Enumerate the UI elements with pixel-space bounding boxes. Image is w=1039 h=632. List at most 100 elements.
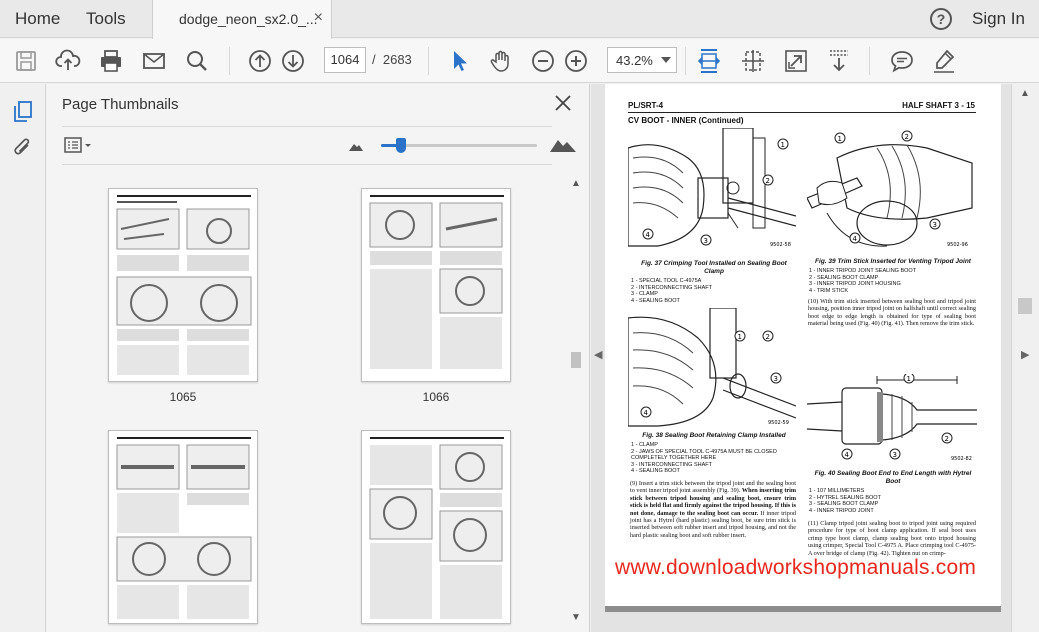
page-thumbnail[interactable] bbox=[108, 188, 258, 382]
paragraph-11: (11) Clamp tripod joint sealing boot to … bbox=[808, 520, 976, 557]
page-header-right: HALF SHAFT 3 - 15 bbox=[902, 101, 975, 110]
document-scrollbar[interactable]: ▲ ▶ bbox=[1011, 84, 1039, 632]
watermark-text: www.downloadworkshopmanuals.com bbox=[615, 556, 977, 579]
figure-code: 9502-96 bbox=[947, 242, 968, 248]
upload-icon[interactable] bbox=[55, 48, 81, 74]
page-thumbnail[interactable] bbox=[361, 430, 511, 624]
email-icon[interactable] bbox=[141, 48, 167, 74]
figure-40-caption: Fig. 40 Sealing Boot End to End Length w… bbox=[814, 470, 972, 485]
figure-37-legend: 1 - SPECIAL TOOL C-4975A 2 - INTERCONNEC… bbox=[631, 278, 797, 304]
panel-divider bbox=[62, 164, 552, 165]
scrollbar-handle[interactable] bbox=[571, 352, 581, 368]
page-number-input[interactable]: 1064 bbox=[324, 47, 366, 73]
help-icon[interactable]: ? bbox=[930, 8, 952, 30]
legend-item: 2 - INTERCONNECTING SHAFT bbox=[631, 284, 712, 291]
thumbnail-size-slider[interactable] bbox=[381, 138, 537, 153]
fit-width-icon[interactable] bbox=[696, 48, 722, 74]
page-up-icon[interactable] bbox=[247, 48, 273, 74]
page-gap bbox=[605, 606, 1001, 612]
legend-item: 2 - HYTREL SEALING BOOT bbox=[809, 494, 881, 501]
pdf-viewer-window: Home Tools dodge_neon_sx2.0_... × ? Sign… bbox=[0, 0, 1039, 632]
tools-menu[interactable]: Tools bbox=[86, 9, 126, 29]
zoom-out-icon[interactable] bbox=[530, 48, 556, 74]
figure-39-illustration: 1 2 3 4 9502-96 bbox=[807, 128, 977, 252]
legend-item: 1 - SPECIAL TOOL C-4975A bbox=[631, 278, 702, 284]
paragraph-10: (10) With trim stick inserted between se… bbox=[808, 298, 976, 328]
zoom-level-value: 43.2% bbox=[616, 53, 653, 68]
zoom-in-icon[interactable] bbox=[563, 48, 589, 74]
menu-bar: Home Tools dodge_neon_sx2.0_... × ? Sign… bbox=[0, 0, 1039, 39]
hand-tool-icon[interactable] bbox=[488, 48, 514, 74]
thumbnail-large-icon[interactable] bbox=[550, 136, 576, 152]
thumbnail-preview bbox=[116, 195, 252, 375]
tab-close-icon[interactable]: × bbox=[314, 9, 323, 27]
figure-40-legend: 1 - 107 MILLIMETERS 2 - HYTREL SEALING B… bbox=[809, 488, 977, 514]
svg-text:1: 1 bbox=[738, 333, 742, 341]
panel-divider bbox=[62, 126, 552, 127]
figure-37-illustration: 1 2 3 4 9502-58 bbox=[628, 128, 796, 252]
svg-text:3: 3 bbox=[933, 221, 937, 229]
zoom-level-select[interactable]: 43.2% bbox=[607, 47, 677, 73]
scroll-mode-icon[interactable] bbox=[826, 48, 852, 74]
page-separator: / bbox=[372, 52, 376, 67]
thumbnails-scrollbar[interactable]: ▲ ▼ bbox=[569, 176, 583, 626]
slider-handle[interactable] bbox=[396, 138, 406, 153]
select-cursor-icon[interactable] bbox=[446, 48, 472, 74]
toolbar-separator bbox=[685, 47, 686, 75]
document-tab-label: dodge_neon_sx2.0_... bbox=[179, 11, 318, 27]
highlight-icon[interactable] bbox=[931, 48, 957, 74]
expand-panel-icon[interactable]: ▶ bbox=[1021, 348, 1029, 361]
page-thumbnail[interactable] bbox=[361, 188, 511, 382]
comment-icon[interactable] bbox=[889, 48, 915, 74]
scroll-down-icon[interactable]: ▼ bbox=[571, 612, 581, 623]
legend-item: 4 - TRIM STICK bbox=[809, 287, 849, 294]
thumbnail-options-icon[interactable] bbox=[63, 136, 95, 156]
total-pages: 2683 bbox=[382, 52, 412, 67]
svg-text:2: 2 bbox=[905, 133, 909, 141]
close-icon[interactable] bbox=[552, 92, 574, 114]
scroll-up-icon[interactable]: ▲ bbox=[571, 178, 581, 189]
svg-text:4: 4 bbox=[646, 231, 651, 239]
figure-code: 9502-82 bbox=[951, 456, 972, 462]
toolbar-separator bbox=[229, 47, 230, 75]
home-menu[interactable]: Home bbox=[15, 9, 60, 29]
chevron-down-icon[interactable] bbox=[661, 57, 671, 63]
fit-page-icon[interactable] bbox=[740, 48, 766, 74]
panel-title: Page Thumbnails bbox=[62, 96, 179, 113]
thumbnail-small-icon[interactable] bbox=[349, 141, 363, 151]
paragraph-9: (9) Insert a trim stick between the trip… bbox=[630, 480, 797, 539]
search-icon[interactable] bbox=[184, 48, 210, 74]
section-title: CV BOOT - INNER (Continued) bbox=[628, 116, 744, 125]
thumbnail-preview bbox=[369, 195, 504, 369]
full-screen-icon[interactable] bbox=[783, 48, 809, 74]
scroll-up-icon[interactable]: ▲ bbox=[1020, 88, 1030, 99]
figure-38-caption: Fig. 38 Sealing Boot Retaining Clamp Ins… bbox=[642, 432, 786, 439]
scrollbar-handle[interactable] bbox=[1018, 298, 1032, 314]
svg-text:4: 4 bbox=[644, 409, 649, 417]
print-icon[interactable] bbox=[98, 48, 124, 74]
figure-40-illustration: 1 2 3 4 9502-82 bbox=[807, 374, 977, 464]
thumbnail-page-label: 1066 bbox=[422, 390, 450, 404]
document-view[interactable]: ◀ PL/SRT-4 HALF SHAFT 3 - 15 CV BOOT - I… bbox=[591, 84, 1039, 632]
thumbnail-preview bbox=[116, 437, 252, 619]
navigation-rail bbox=[0, 84, 46, 632]
legend-item: 2 - JAWS OF SPECIAL TOOL C-4975A MUST BE… bbox=[631, 448, 777, 462]
page-thumbnail[interactable] bbox=[108, 430, 258, 624]
svg-text:1: 1 bbox=[907, 375, 911, 383]
legend-item: 1 - CLAMP bbox=[631, 442, 658, 448]
figure-39-legend: 1 - INNER TRIPOD JOINT SEALING BOOT 2 - … bbox=[809, 268, 977, 294]
svg-text:3: 3 bbox=[893, 451, 897, 459]
collapse-panel-icon[interactable]: ◀ bbox=[594, 348, 602, 361]
attachment-icon[interactable] bbox=[12, 136, 34, 160]
figure-39-caption: Fig. 39 Trim Stick Inserted for Venting … bbox=[815, 258, 971, 265]
page-down-icon[interactable] bbox=[280, 48, 306, 74]
page-thumbnails-icon[interactable] bbox=[12, 100, 34, 124]
legend-item: 1 - INNER TRIPOD JOINT SEALING BOOT bbox=[809, 268, 917, 274]
legend-item: 4 - SEALING BOOT bbox=[631, 468, 680, 475]
document-tab[interactable]: dodge_neon_sx2.0_... × bbox=[152, 0, 332, 39]
sign-in-button[interactable]: Sign In bbox=[972, 9, 1025, 29]
figure-code: 9502-58 bbox=[770, 242, 791, 248]
save-icon[interactable] bbox=[13, 48, 39, 74]
svg-text:1: 1 bbox=[838, 135, 842, 143]
document-page: PL/SRT-4 HALF SHAFT 3 - 15 CV BOOT - INN… bbox=[605, 84, 1001, 606]
